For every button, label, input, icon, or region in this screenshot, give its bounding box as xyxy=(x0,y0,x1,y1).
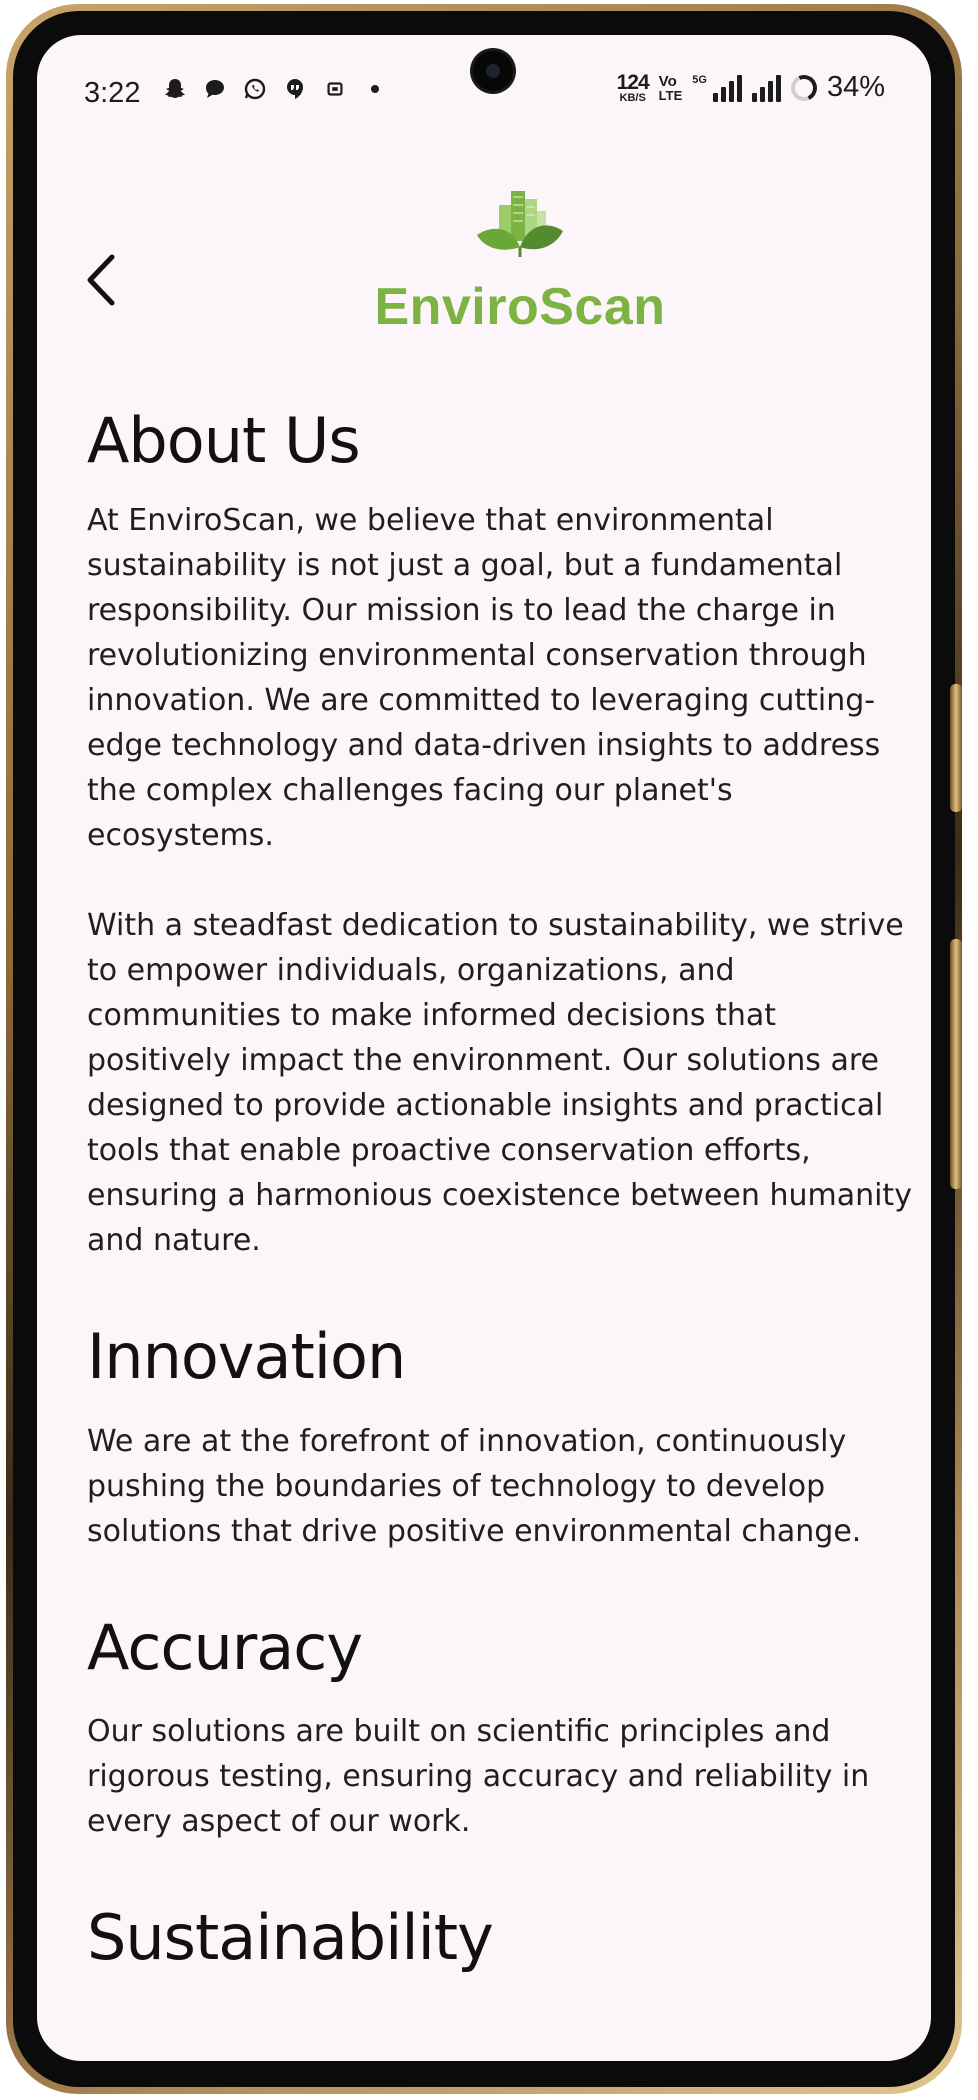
enviroscan-logo: EnviroScan xyxy=(365,187,675,336)
power-button xyxy=(950,939,962,1189)
signal-bars-icon xyxy=(712,74,742,102)
whatsapp-icon xyxy=(241,75,269,103)
snapchat-icon xyxy=(161,75,189,103)
volte-top: Vo xyxy=(658,72,677,90)
phone-frame: 3:22 124 KB/S Vo LTE 5G 34% EnviroScan A… xyxy=(6,4,962,2094)
signal-strength-sim1: 5G xyxy=(692,74,742,102)
notification-icons xyxy=(161,75,389,103)
app-screen: 3:22 124 KB/S Vo LTE 5G 34% EnviroScan A… xyxy=(37,35,931,2061)
signal-bars-sim2-icon xyxy=(751,74,781,102)
system-status: 124 KB/S Vo LTE 5G 34% xyxy=(616,70,885,105)
chevron-left-icon xyxy=(87,254,115,306)
hangouts-icon xyxy=(281,75,309,103)
phone-bezel: 3:22 124 KB/S Vo LTE 5G 34% EnviroScan A… xyxy=(13,11,955,2087)
network-speed: 124 KB/S xyxy=(616,70,650,104)
volume-button xyxy=(950,684,962,812)
accuracy-text: Our solutions are built on scientific pr… xyxy=(87,1713,870,1839)
about-paragraph-1: At EnviroScan, we believe that environme… xyxy=(87,503,881,854)
innovation-heading: Innovation xyxy=(87,1320,406,1394)
innovation-text: We are at the forefront of innovation, c… xyxy=(87,1423,862,1549)
status-time: 3:22 xyxy=(84,77,141,109)
battery-percent: 34% xyxy=(826,71,885,103)
logo-text: EnviroScan xyxy=(374,278,666,336)
chat-bubble-icon xyxy=(201,75,229,103)
city-leaf-logo-icon xyxy=(477,191,563,257)
accuracy-heading: Accuracy xyxy=(87,1610,363,1684)
about-us-heading: About Us xyxy=(87,404,361,477)
volte-bottom: LTE xyxy=(658,87,683,103)
network-speed-unit: KB/S xyxy=(619,91,646,104)
screenshot-icon xyxy=(321,75,349,103)
more-dot-icon xyxy=(361,75,389,103)
about-content: About Us At EnviroScan, we believe that … xyxy=(87,405,917,1973)
about-paragraph-2: With a steadfast dedication to sustainab… xyxy=(87,908,912,1259)
network-speed-value: 124 xyxy=(616,70,650,94)
back-button[interactable] xyxy=(71,245,131,315)
sustainability-heading: Sustainability xyxy=(87,1900,494,1974)
signal-5g-label: 5G xyxy=(692,73,707,86)
battery-icon xyxy=(787,70,821,105)
status-bar: 3:22 124 KB/S Vo LTE 5G 34% xyxy=(37,35,931,145)
volte-indicator: Vo LTE xyxy=(659,74,683,102)
